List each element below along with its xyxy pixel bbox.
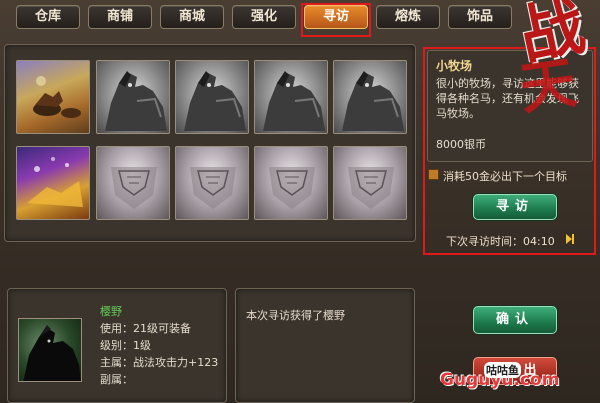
tab-shop[interactable]: 商铺 (88, 5, 152, 29)
item-level: 级别：1级 (100, 339, 151, 352)
tab-bar: 仓库 商铺 商城 强化 寻访 熔炼 饰品 (0, 0, 600, 32)
confirm-button[interactable]: 确认 (473, 306, 557, 334)
result-panel (235, 288, 415, 403)
game-logo-char-2: 天 (515, 49, 581, 123)
item-name: 樱野 (100, 305, 122, 318)
tab-smelt[interactable]: 熔炼 (376, 5, 440, 29)
scene-icon-ranch[interactable] (16, 60, 90, 134)
result-message: 本次寻访获得了樱野 (246, 309, 345, 322)
horse-item-icon (18, 318, 82, 382)
horse-icon[interactable] (96, 60, 170, 134)
item-sub-attribute: 副属： (100, 373, 133, 386)
tab-warehouse[interactable]: 仓库 (16, 5, 80, 29)
armor-icon[interactable] (254, 146, 328, 220)
armor-icon[interactable] (175, 146, 249, 220)
tab-accessory[interactable]: 饰品 (448, 5, 512, 29)
armor-icon[interactable] (333, 146, 407, 220)
scene-icon-festival[interactable] (16, 146, 90, 220)
tab-highlight-frame (301, 3, 371, 37)
armor-icon[interactable] (96, 146, 170, 220)
horse-icon[interactable] (333, 60, 407, 134)
horse-icon[interactable] (175, 60, 249, 134)
horse-icon[interactable] (254, 60, 328, 134)
item-requirement: 使用：21级可装备 (100, 322, 191, 335)
tab-enhance[interactable]: 强化 (232, 5, 296, 29)
site-watermark-cn: 咕咕鱼 (484, 362, 521, 378)
item-main-attribute: 主属：战法攻击力+123 (100, 356, 219, 369)
tab-mall[interactable]: 商城 (160, 5, 224, 29)
